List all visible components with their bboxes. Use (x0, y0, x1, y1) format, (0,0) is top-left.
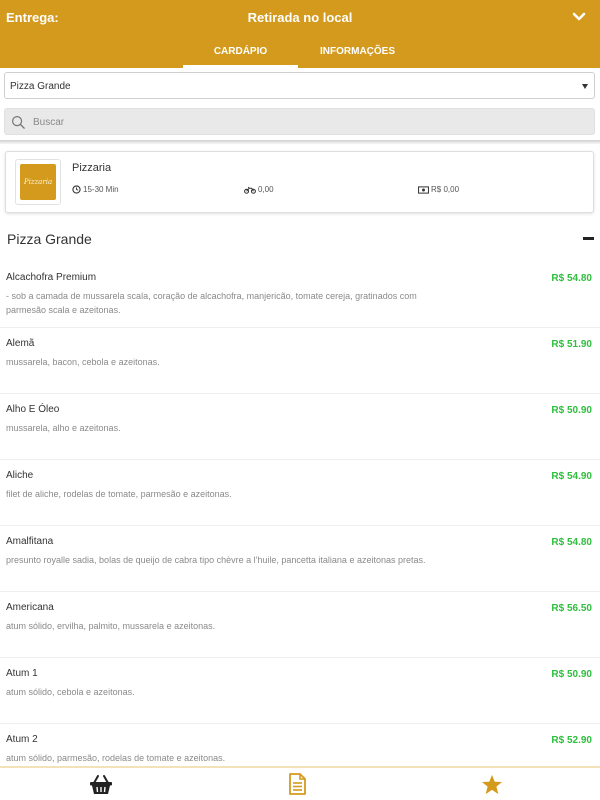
item-name: Americana (6, 602, 54, 613)
store-logo: Pizzaria (15, 159, 61, 205)
search-input[interactable]: Buscar (4, 108, 595, 135)
document-icon (289, 773, 306, 795)
item-price: R$ 56.50 (551, 603, 592, 614)
chevron-down-icon[interactable] (572, 12, 586, 22)
bottom-nav (0, 766, 600, 800)
menu-item[interactable]: Alemã mussarela, bacon, cebola e azeiton… (0, 328, 600, 394)
store-card[interactable]: Pizzaria Pizzaria 15-30 Min 0,00 R$ 0,00 (5, 151, 594, 213)
cash-icon (418, 185, 429, 194)
item-description: mussarela, alho e azeitonas. (6, 423, 121, 433)
category-select-value: Pizza Grande (10, 81, 71, 92)
tab-informacoes[interactable]: INFORMAÇÕES (300, 46, 415, 57)
item-description: atum sólido, cebola e azeitonas. (6, 687, 135, 697)
item-name: Atum 1 (6, 668, 38, 679)
menu-item-list: Alcachofra Premium - sob a camada de mus… (0, 262, 600, 767)
section-title: Pizza Grande (7, 231, 92, 247)
cart-button[interactable] (87, 772, 115, 796)
item-price: R$ 54.80 (551, 273, 592, 284)
minimum-order-text: R$ 0,00 (431, 185, 460, 194)
item-price: R$ 54.90 (551, 471, 592, 482)
store-logo-text: Pizzaria (23, 178, 53, 186)
item-description: - sob a camada de mussarela scala, coraç… (6, 291, 417, 315)
item-price: R$ 54.80 (551, 537, 592, 548)
item-price: R$ 51.90 (551, 339, 592, 350)
dropdown-caret-icon (582, 84, 588, 89)
item-description: mussarela, bacon, cebola e azeitonas. (6, 357, 160, 367)
orders-button[interactable] (283, 772, 311, 796)
star-icon (481, 774, 503, 794)
collapse-icon[interactable] (583, 237, 594, 240)
menu-item[interactable]: Atum 2 atum sólido, parmesão, rodelas de… (0, 724, 600, 767)
item-description: atum sólido, parmesão, rodelas de tomate… (6, 753, 226, 763)
search-placeholder: Buscar (33, 117, 65, 128)
tab-cardapio[interactable]: CARDÁPIO (183, 46, 298, 57)
menu-item[interactable]: Alho E Óleo mussarela, alho e azeitonas.… (0, 394, 600, 460)
basket-icon (90, 774, 112, 794)
search-icon (11, 115, 25, 129)
item-name: Amalfitana (6, 536, 54, 547)
item-name: Aliche (6, 470, 34, 481)
delivery-time-text: 15-30 Min (83, 185, 119, 194)
delivery-fee: 0,00 (244, 185, 274, 194)
menu-item[interactable]: Alcachofra Premium - sob a camada de mus… (0, 262, 600, 328)
divider (0, 140, 600, 144)
item-price: R$ 50.90 (551, 405, 592, 416)
delivery-time: 15-30 Min (72, 185, 119, 194)
item-price: R$ 50.90 (551, 669, 592, 680)
menu-item[interactable]: Atum 1 atum sólido, cebola e azeitonas. … (0, 658, 600, 724)
minimum-order: R$ 0,00 (418, 185, 459, 194)
menu-item[interactable]: Americana atum sólido, ervilha, palmito,… (0, 592, 600, 658)
item-price: R$ 52.90 (551, 735, 592, 746)
motorcycle-icon (244, 186, 256, 194)
menu-item[interactable]: Aliche filet de aliche, rodelas de tomat… (0, 460, 600, 526)
delivery-fee-text: 0,00 (258, 185, 274, 194)
top-bar: Entrega: Retirada no local CARDÁPIO INFO… (0, 0, 600, 68)
menu-item[interactable]: Amalfitana presunto royalle sadia, bolas… (0, 526, 600, 592)
item-description: filet de aliche, rodelas de tomate, parm… (6, 489, 232, 499)
delivery-mode-selector[interactable]: Retirada no local (0, 10, 600, 25)
item-name: Alcachofra Premium (6, 272, 97, 283)
item-description: atum sólido, ervilha, palmito, mussarela… (6, 621, 216, 631)
item-name: Alho E Óleo (6, 404, 60, 415)
item-name: Atum 2 (6, 734, 38, 745)
item-name: Alemã (6, 338, 35, 349)
favorites-button[interactable] (478, 772, 506, 796)
clock-icon (72, 185, 81, 194)
active-tab-indicator (183, 65, 298, 68)
store-name: Pizzaria (72, 162, 112, 174)
category-select[interactable]: Pizza Grande (4, 72, 595, 99)
item-description: presunto royalle sadia, bolas de queijo … (6, 555, 426, 565)
